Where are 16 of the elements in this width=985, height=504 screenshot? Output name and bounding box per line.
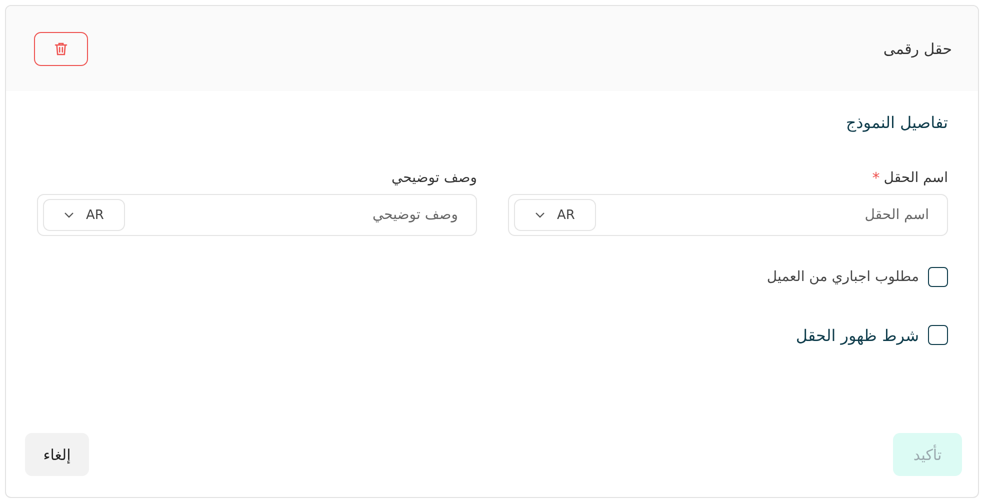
language-select[interactable]: AR (514, 199, 596, 231)
checkbox-label: مطلوب اجباري من العميل (766, 269, 919, 285)
required-asterisk: * (872, 169, 880, 187)
language-select[interactable]: AR (43, 199, 125, 231)
checkbox-label: شرط ظهور الحقل (796, 326, 919, 344)
field-label: اسم الحقل (884, 170, 948, 186)
field-type-title: حقل رقمى (883, 40, 952, 58)
cancel-button[interactable]: إلغاء (25, 433, 89, 476)
delete-button[interactable] (34, 32, 88, 66)
chevron-down-icon (535, 212, 546, 218)
trash-icon (53, 40, 69, 56)
checkbox[interactable] (928, 267, 948, 287)
checkbox[interactable] (928, 325, 948, 345)
section-title: تفاصيل النموذج (844, 113, 948, 132)
field-label: وصف توضيحي (391, 170, 477, 186)
chevron-down-icon (64, 212, 74, 218)
